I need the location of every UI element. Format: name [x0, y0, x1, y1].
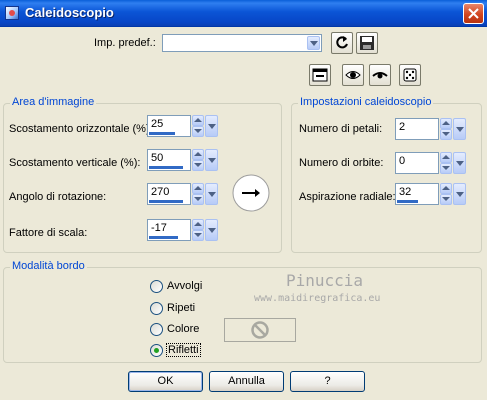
- help-button[interactable]: ?: [290, 371, 365, 392]
- reset-button[interactable]: [331, 32, 353, 54]
- vertical-offset-field[interactable]: 50: [147, 149, 218, 171]
- vertical-offset-slider[interactable]: [149, 166, 183, 169]
- petals-label: Numero di petali:: [299, 123, 383, 135]
- horizontal-offset-value[interactable]: 25: [151, 118, 163, 130]
- petals-spinner[interactable]: [440, 118, 452, 140]
- radial-suction-slider[interactable]: [397, 200, 418, 203]
- watermark-name: Pinuccia: [286, 271, 364, 290]
- save-icon: [360, 36, 374, 50]
- rotation-angle-slider[interactable]: [149, 200, 183, 203]
- preset-label: Imp. predef.:: [94, 37, 156, 49]
- vertical-offset-spinner[interactable]: [192, 149, 204, 171]
- edge-option-colore-radio[interactable]: [150, 323, 163, 336]
- reset-icon: [336, 36, 348, 49]
- petals-value[interactable]: 2: [399, 121, 405, 133]
- preset-dropdown[interactable]: [162, 34, 322, 52]
- rotation-angle-label: Angolo di rotazione:: [9, 191, 107, 203]
- radial-suction-spinner[interactable]: [440, 183, 452, 205]
- edge-option-avvolgi-radio[interactable]: [150, 280, 163, 293]
- radial-suction-value[interactable]: 32: [399, 186, 411, 198]
- edge-option-avvolgi-label[interactable]: Avvolgi: [167, 280, 202, 292]
- edge-option-rifletti-radio[interactable]: [150, 344, 163, 357]
- image-area-title: Area d'immagine: [10, 96, 97, 108]
- window-title: Caleidoscopio: [25, 5, 114, 20]
- chevron-down-icon[interactable]: [307, 36, 320, 50]
- horizontal-offset-field[interactable]: 25: [147, 115, 218, 137]
- rotation-dial-icon: [232, 174, 270, 212]
- scale-factor-field[interactable]: -17: [147, 219, 218, 241]
- vertical-offset-dropdown[interactable]: [205, 149, 218, 171]
- hide-original-button[interactable]: [369, 64, 391, 86]
- vertical-offset-label: Scostamento verticale (%):: [9, 157, 141, 169]
- rotation-angle-spinner[interactable]: [192, 183, 204, 205]
- orbits-field[interactable]: 0: [395, 152, 466, 174]
- title-bar: Caleidoscopio: [0, 0, 487, 27]
- scale-factor-spinner[interactable]: [192, 219, 204, 241]
- edge-color-swatch[interactable]: [224, 318, 296, 342]
- watermark-url: www.maidiregrafica.eu: [254, 293, 381, 304]
- edge-mode-title: Modalità bordo: [10, 260, 87, 272]
- rotation-angle-field[interactable]: 270: [147, 183, 218, 205]
- app-icon: [5, 6, 19, 20]
- preview-toggle-button[interactable]: [309, 64, 331, 86]
- edge-option-ripeti-label[interactable]: Ripeti: [167, 302, 195, 314]
- cancel-button[interactable]: Annulla: [209, 371, 284, 392]
- horizontal-offset-slider[interactable]: [149, 132, 176, 135]
- orbits-value[interactable]: 0: [399, 155, 405, 167]
- horizontal-offset-label: Scostamento orizzontale (%):: [9, 123, 153, 135]
- color-none-icon: [251, 321, 269, 339]
- petals-dropdown[interactable]: [453, 118, 466, 140]
- rotation-angle-value[interactable]: 270: [151, 186, 169, 198]
- scale-factor-dropdown[interactable]: [205, 219, 218, 241]
- close-icon: [468, 8, 479, 19]
- edge-option-ripeti-radio[interactable]: [150, 302, 163, 315]
- kaleidoscope-settings-title: Impostazioni caleidoscopio: [298, 96, 434, 108]
- orbits-dropdown[interactable]: [453, 152, 466, 174]
- scale-factor-slider[interactable]: [149, 236, 179, 239]
- petals-field[interactable]: 2: [395, 118, 466, 140]
- radial-suction-field[interactable]: 32: [395, 183, 466, 205]
- scale-factor-value[interactable]: -17: [151, 222, 167, 234]
- vertical-offset-value[interactable]: 50: [151, 152, 163, 164]
- scale-factor-label: Fattore di scala:: [9, 227, 88, 239]
- radial-suction-dropdown[interactable]: [453, 183, 466, 205]
- close-button[interactable]: [463, 3, 484, 24]
- eye-icon: [345, 71, 361, 79]
- preview-icon: [312, 68, 328, 82]
- edge-option-colore-label[interactable]: Colore: [167, 323, 199, 335]
- rotation-angle-dropdown[interactable]: [205, 183, 218, 205]
- save-preset-button[interactable]: [356, 32, 378, 54]
- horizontal-offset-dropdown[interactable]: [205, 115, 218, 137]
- horizontal-offset-spinner[interactable]: [192, 115, 204, 137]
- show-original-button[interactable]: [342, 64, 364, 86]
- radial-suction-label: Aspirazione radiale:: [299, 191, 396, 203]
- edge-option-rifletti-label[interactable]: Rifletti: [166, 343, 201, 357]
- eye-closed-icon: [372, 72, 388, 79]
- edge-mode-group: Modalità bordo: [3, 260, 482, 363]
- dice-icon: [403, 68, 417, 82]
- orbits-label: Numero di orbite:: [299, 157, 384, 169]
- orbits-spinner[interactable]: [440, 152, 452, 174]
- ok-button[interactable]: OK: [128, 371, 203, 392]
- randomize-button[interactable]: [399, 64, 421, 86]
- rotation-dial[interactable]: [232, 174, 270, 212]
